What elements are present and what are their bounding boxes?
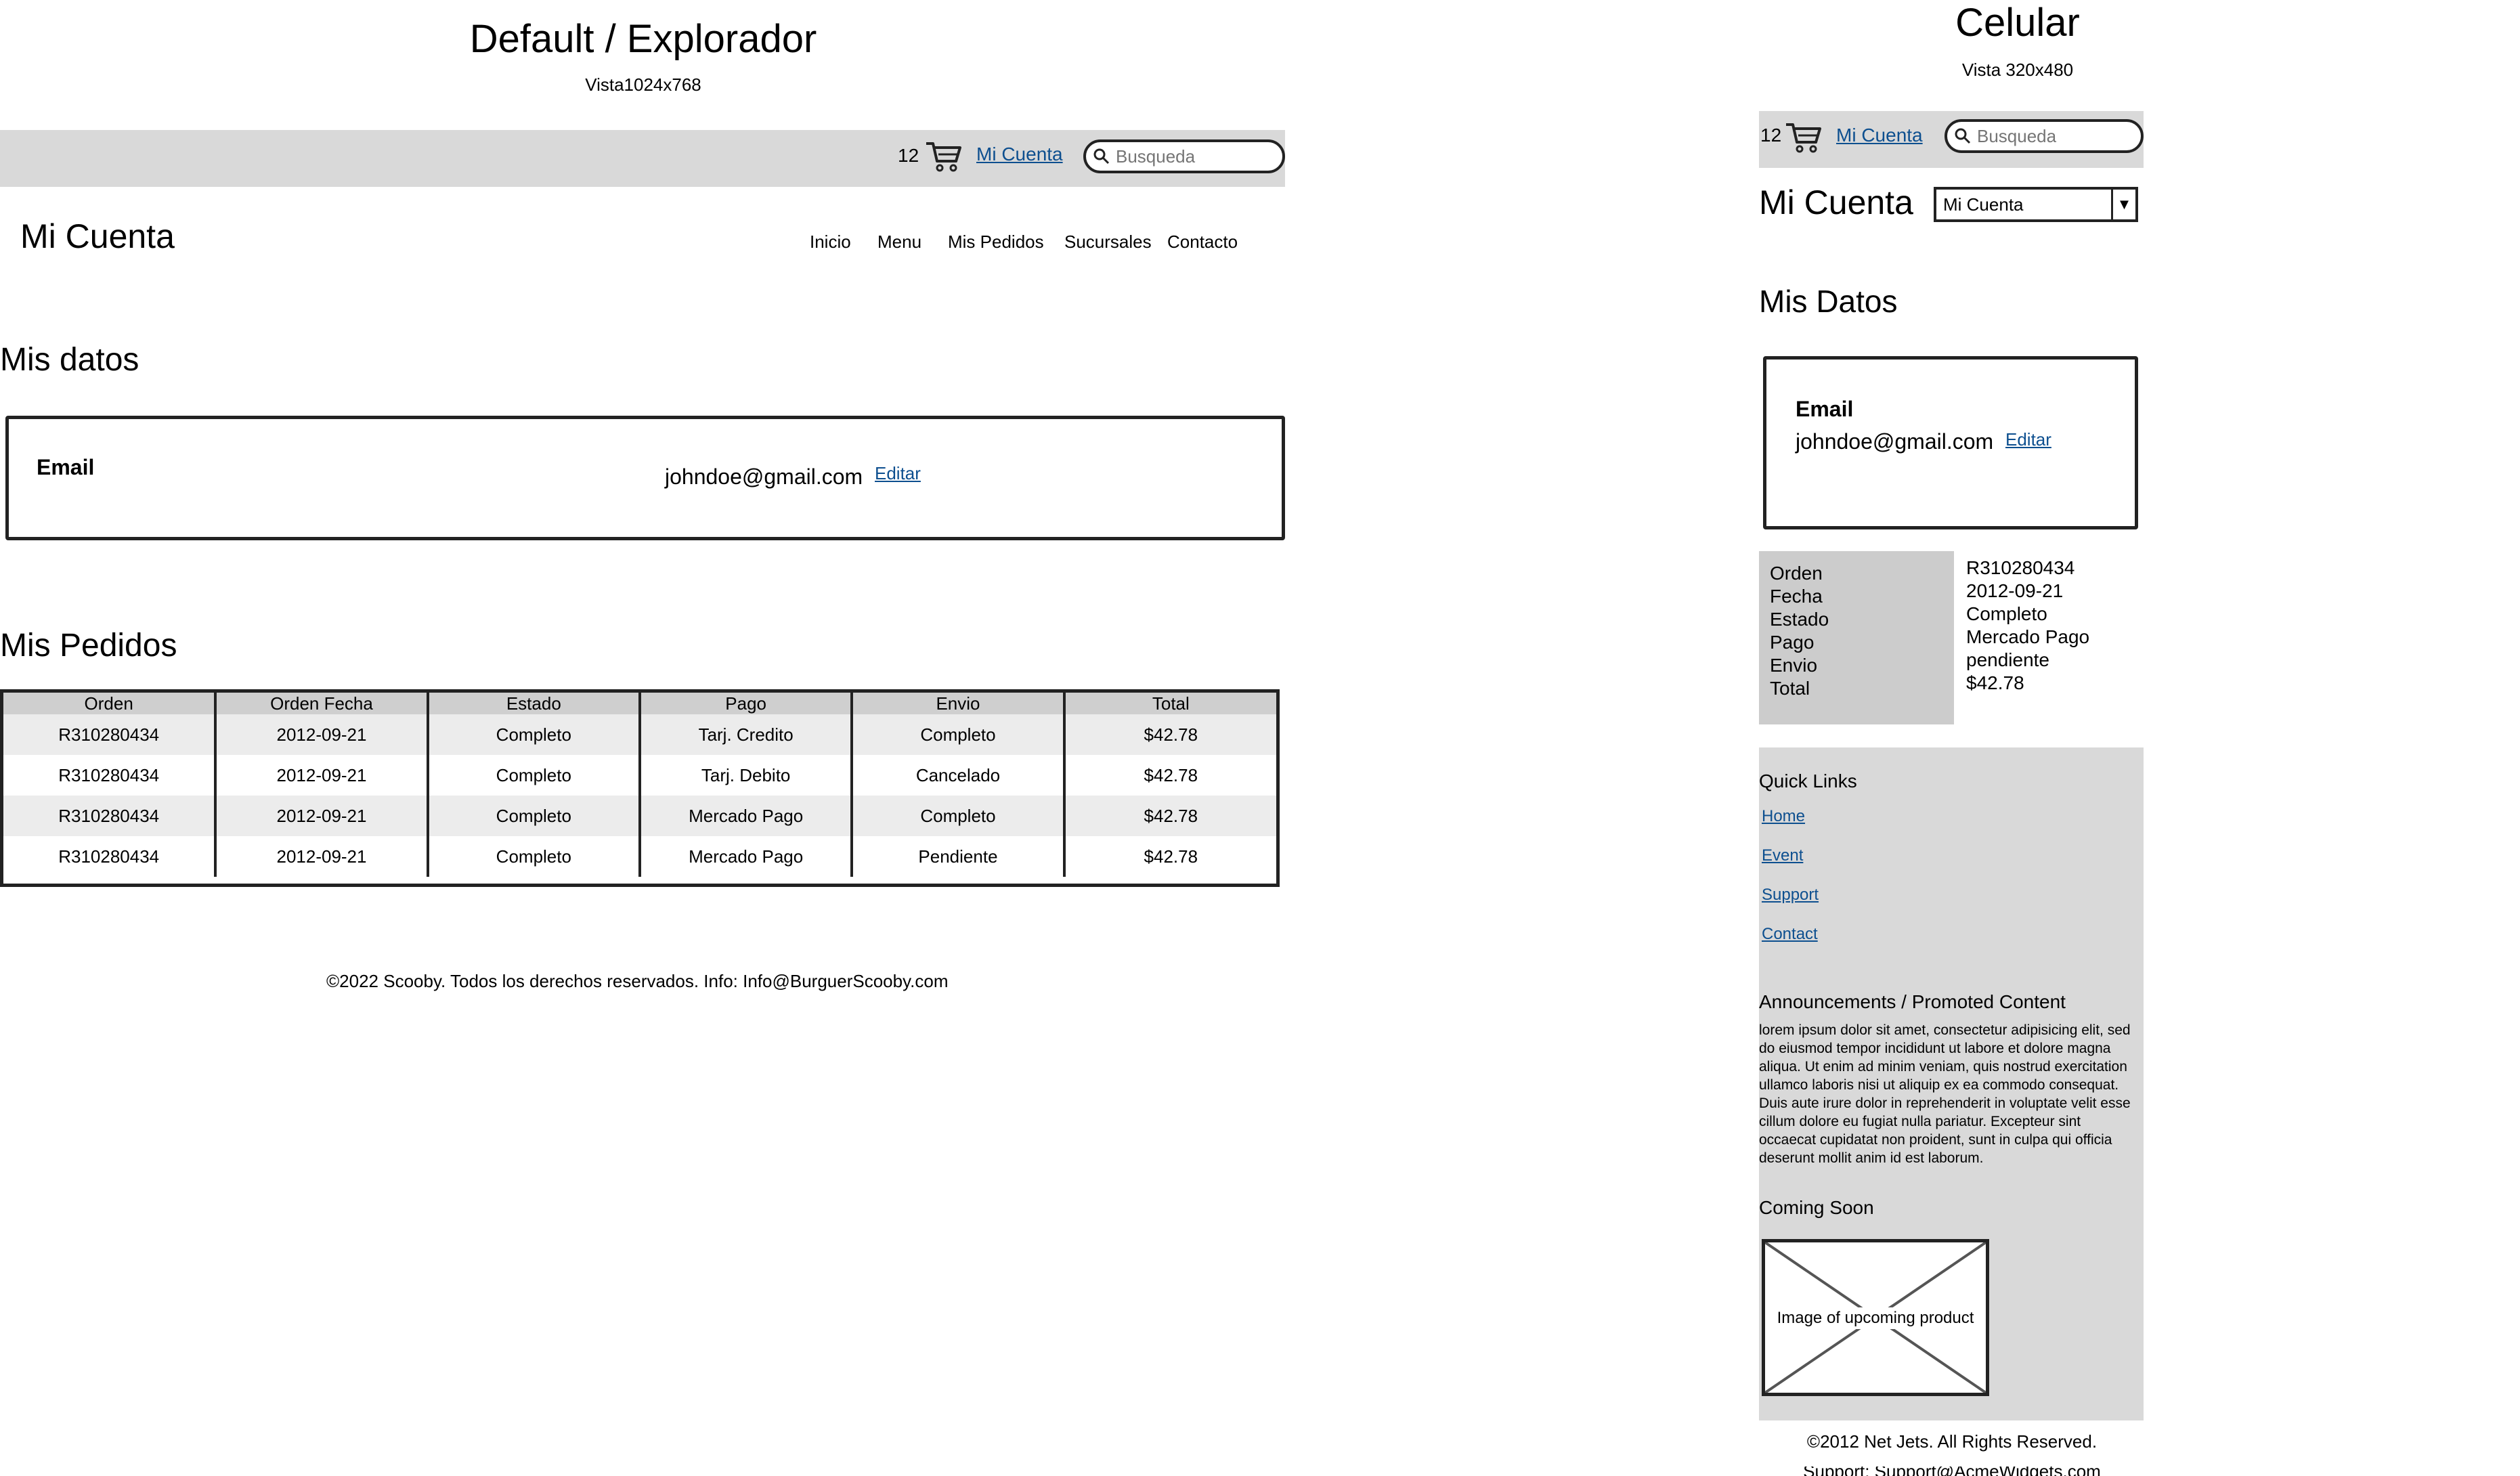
footer-text: ©2022 Scooby. Todos los derechos reserva… xyxy=(326,971,949,991)
table-cell: $42.78 xyxy=(1064,714,1276,755)
cart-count: 12 xyxy=(1760,125,1782,146)
image-placeholder-label: Image of upcoming product xyxy=(1765,1307,1986,1329)
table-cell: Cancelado xyxy=(852,755,1066,796)
table-cell: Tarj. Credito xyxy=(639,714,854,755)
page-title: Mi Cuenta xyxy=(20,217,175,255)
footer-support: Support: Support@AcmeWidgets.com xyxy=(1760,1467,2144,1476)
column-header: Pago xyxy=(639,693,854,714)
nav-item-mis-pedidos[interactable]: Mis Pedidos xyxy=(948,232,1044,253)
desktop-wireframe-title: Default / Explorador xyxy=(469,17,817,61)
quick-links-title: Quick Links xyxy=(1759,770,1857,791)
section-heading-mis-pedidos: Mis Pedidos xyxy=(0,628,177,664)
page-title: Mi Cuenta xyxy=(1759,183,1913,221)
column-header: Orden Fecha xyxy=(215,693,429,714)
my-account-link[interactable]: Mi Cuenta xyxy=(1836,125,1923,146)
column-header: Orden xyxy=(3,693,217,714)
table-cell: 2012-09-21 xyxy=(215,796,429,836)
order-value: Mercado Pago xyxy=(1966,626,2090,647)
search-input[interactable] xyxy=(1116,146,1265,167)
table-cell: Mercado Pago xyxy=(639,796,854,836)
mobile-wireframe-subtitle: Vista 320x480 xyxy=(1961,60,2074,80)
order-field-labels: Orden Fecha Estado Pago Envio Total xyxy=(1759,551,1954,724)
table-cell: Completo xyxy=(852,796,1066,836)
nav-item-menu[interactable]: Menu xyxy=(877,232,921,253)
upcoming-product-image-placeholder: Image of upcoming product xyxy=(1762,1239,1989,1396)
page-select-dropdown[interactable]: Mi Cuenta ▼ xyxy=(1934,187,2138,222)
table-cell: $42.78 xyxy=(1144,846,1198,867)
order-label: Pago xyxy=(1770,632,1815,653)
email-value: johndoe@gmail.com xyxy=(665,464,863,489)
quick-link-home[interactable]: Home xyxy=(1762,807,1805,826)
section-heading-mis-datos: Mis datos xyxy=(0,342,139,378)
cart-icon[interactable] xyxy=(1785,121,1823,158)
table-cell: 2012-09-21 xyxy=(215,836,429,877)
search-box[interactable] xyxy=(1083,139,1285,173)
edit-email-link[interactable]: Editar xyxy=(2005,429,2051,450)
table-cell: R310280434 xyxy=(3,796,217,836)
order-value: 2012-09-21 xyxy=(1966,580,2064,601)
my-account-link[interactable]: Mi Cuenta xyxy=(976,144,1063,165)
table-cell: Tarj. Debito xyxy=(639,755,854,796)
orders-table: Orden Orden Fecha Estado Pago Envio Tota… xyxy=(0,689,1280,887)
coming-soon-title: Coming Soon xyxy=(1759,1197,1874,1218)
search-input[interactable] xyxy=(1977,125,2126,147)
order-field-values: R310280434 2012-09-21 Completo Mercado P… xyxy=(1966,557,2089,695)
quick-link-support[interactable]: Support xyxy=(1762,886,1819,905)
desktop-wireframe-subtitle: Vista1024x768 xyxy=(585,74,701,95)
table-cell: Completo xyxy=(427,836,641,877)
table-cell: Pendiente xyxy=(852,836,1066,877)
search-icon xyxy=(1093,148,1110,165)
email-value: johndoe@gmail.com xyxy=(1796,429,1994,454)
table-row[interactable]: R310280434 2012-09-21 Completo Mercado P… xyxy=(3,796,1276,836)
table-cell: $42.78 xyxy=(1064,796,1276,836)
search-box[interactable] xyxy=(1945,119,2144,153)
footer-copyright: ©2012 Net Jets. All Rights Reserved. xyxy=(1806,1431,2098,1452)
table-cell: $42.78 xyxy=(1144,764,1198,785)
email-label: Email xyxy=(37,455,95,479)
order-label: Fecha xyxy=(1770,586,1823,607)
order-value: R310280434 xyxy=(1966,557,2075,578)
column-header: Total xyxy=(1064,693,1276,714)
announcements-title: Announcements / Promoted Content xyxy=(1759,991,2066,1012)
order-value: $42.78 xyxy=(1966,672,2024,693)
table-row[interactable]: R310280434 2012-09-21 Completo Tarj. Cre… xyxy=(3,714,1276,755)
edit-email-link[interactable]: Editar xyxy=(875,463,921,484)
cart-icon[interactable] xyxy=(925,139,963,177)
table-cell: R310280434 xyxy=(3,755,217,796)
quick-link-event[interactable]: Event xyxy=(1762,846,1803,865)
column-header: Estado xyxy=(427,693,641,714)
announcements-body: lorem ipsum dolor sit amet, consectetur … xyxy=(1759,1022,2131,1166)
table-cell: 2012-09-21 xyxy=(215,714,429,755)
order-label: Envio xyxy=(1770,655,1818,676)
order-label: Total xyxy=(1770,678,1810,699)
order-label: Orden xyxy=(1770,563,1823,584)
table-row[interactable]: R310280434 2012-09-21 Completo Mercado P… xyxy=(3,836,1276,877)
table-cell: Mercado Pago xyxy=(639,836,854,877)
search-icon xyxy=(1955,128,1971,144)
select-value: Mi Cuenta xyxy=(1943,194,2024,215)
order-label: Estado xyxy=(1770,609,1829,630)
table-cell: R310280434 xyxy=(3,836,217,877)
table-cell: R310280434 xyxy=(3,714,217,755)
email-label: Email xyxy=(1796,397,1854,421)
table-cell: Completo xyxy=(427,796,641,836)
order-value: Completo xyxy=(1966,603,2047,624)
order-value: pendiente xyxy=(1966,649,2050,670)
orders-table-header: Orden Orden Fecha Estado Pago Envio Tota… xyxy=(3,693,1276,714)
mobile-wireframe-title: Celular xyxy=(1955,1,2080,45)
email-panel xyxy=(5,416,1285,540)
table-cell: Completo xyxy=(852,714,1066,755)
chevron-down-icon: ▼ xyxy=(2111,190,2135,219)
table-cell: Completo xyxy=(427,714,641,755)
nav-item-inicio[interactable]: Inicio xyxy=(810,232,851,253)
quick-link-contact[interactable]: Contact xyxy=(1762,925,1818,944)
section-heading-mis-datos: Mis Datos xyxy=(1759,284,1898,319)
table-cell: Completo xyxy=(427,755,641,796)
cart-count: 12 xyxy=(898,145,919,166)
nav-item-contacto[interactable]: Contacto xyxy=(1167,232,1238,253)
table-row[interactable]: R310280434 2012-09-21 Completo Tarj. Deb… xyxy=(3,755,1276,796)
nav-item-sucursales[interactable]: Sucursales xyxy=(1064,232,1152,253)
table-cell: 2012-09-21 xyxy=(215,755,429,796)
column-header: Envio xyxy=(852,693,1066,714)
